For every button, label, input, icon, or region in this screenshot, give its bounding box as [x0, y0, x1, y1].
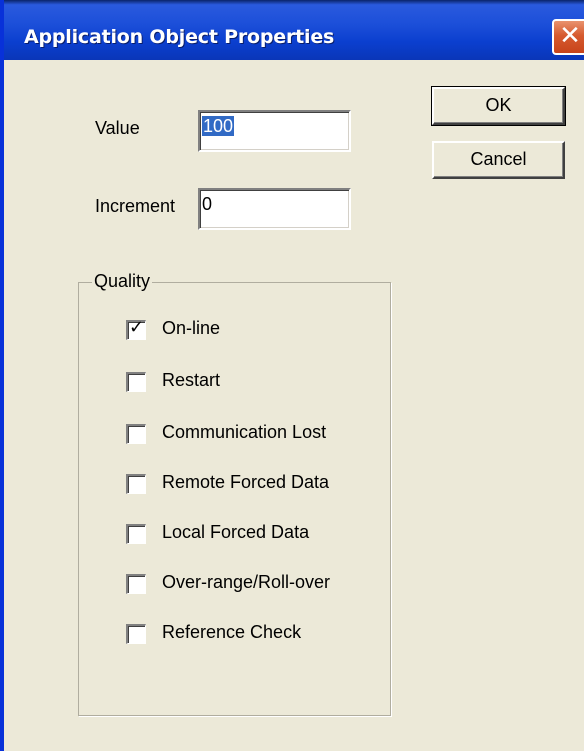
checkbox-box[interactable]	[126, 474, 146, 494]
checkbox-box[interactable]: ✓	[126, 317, 146, 340]
quality-group-label: Quality	[92, 271, 153, 292]
increment-input-text: 0	[202, 194, 213, 214]
checkbox-box[interactable]	[126, 624, 146, 644]
title-bar[interactable]: Application Object Properties ✕	[4, 0, 584, 60]
ok-button[interactable]: OK	[431, 86, 566, 126]
checkbox-box[interactable]	[126, 424, 146, 444]
checkbox-label: Restart	[162, 370, 221, 390]
checkbox-label: Reference Check	[162, 622, 302, 642]
checkbox-box[interactable]	[126, 372, 146, 392]
close-icon[interactable]: ✕	[552, 19, 584, 55]
increment-input[interactable]: 0	[198, 188, 351, 230]
dialog-title: Application Object Properties	[24, 26, 335, 48]
dialog-window: Application Object Properties ✕ Value 10…	[0, 0, 584, 751]
checkbox-label: Communication Lost	[162, 422, 327, 442]
checkbox-label: Over-range/Roll-over	[162, 572, 331, 592]
checkmark-icon: ✓	[129, 317, 145, 338]
checkbox-box[interactable]	[126, 524, 146, 544]
checkbox-label: Remote Forced Data	[162, 472, 330, 492]
value-input-text: 100	[202, 116, 235, 136]
increment-label: Increment	[95, 196, 176, 216]
cancel-button[interactable]: Cancel	[432, 141, 565, 179]
value-input[interactable]: 100	[198, 110, 351, 152]
checkbox-box[interactable]	[126, 574, 146, 594]
checkbox-label: On-line	[162, 318, 221, 338]
checkbox-label: Local Forced Data	[162, 522, 310, 542]
quality-groupbox	[78, 282, 391, 716]
value-label: Value	[95, 118, 140, 138]
